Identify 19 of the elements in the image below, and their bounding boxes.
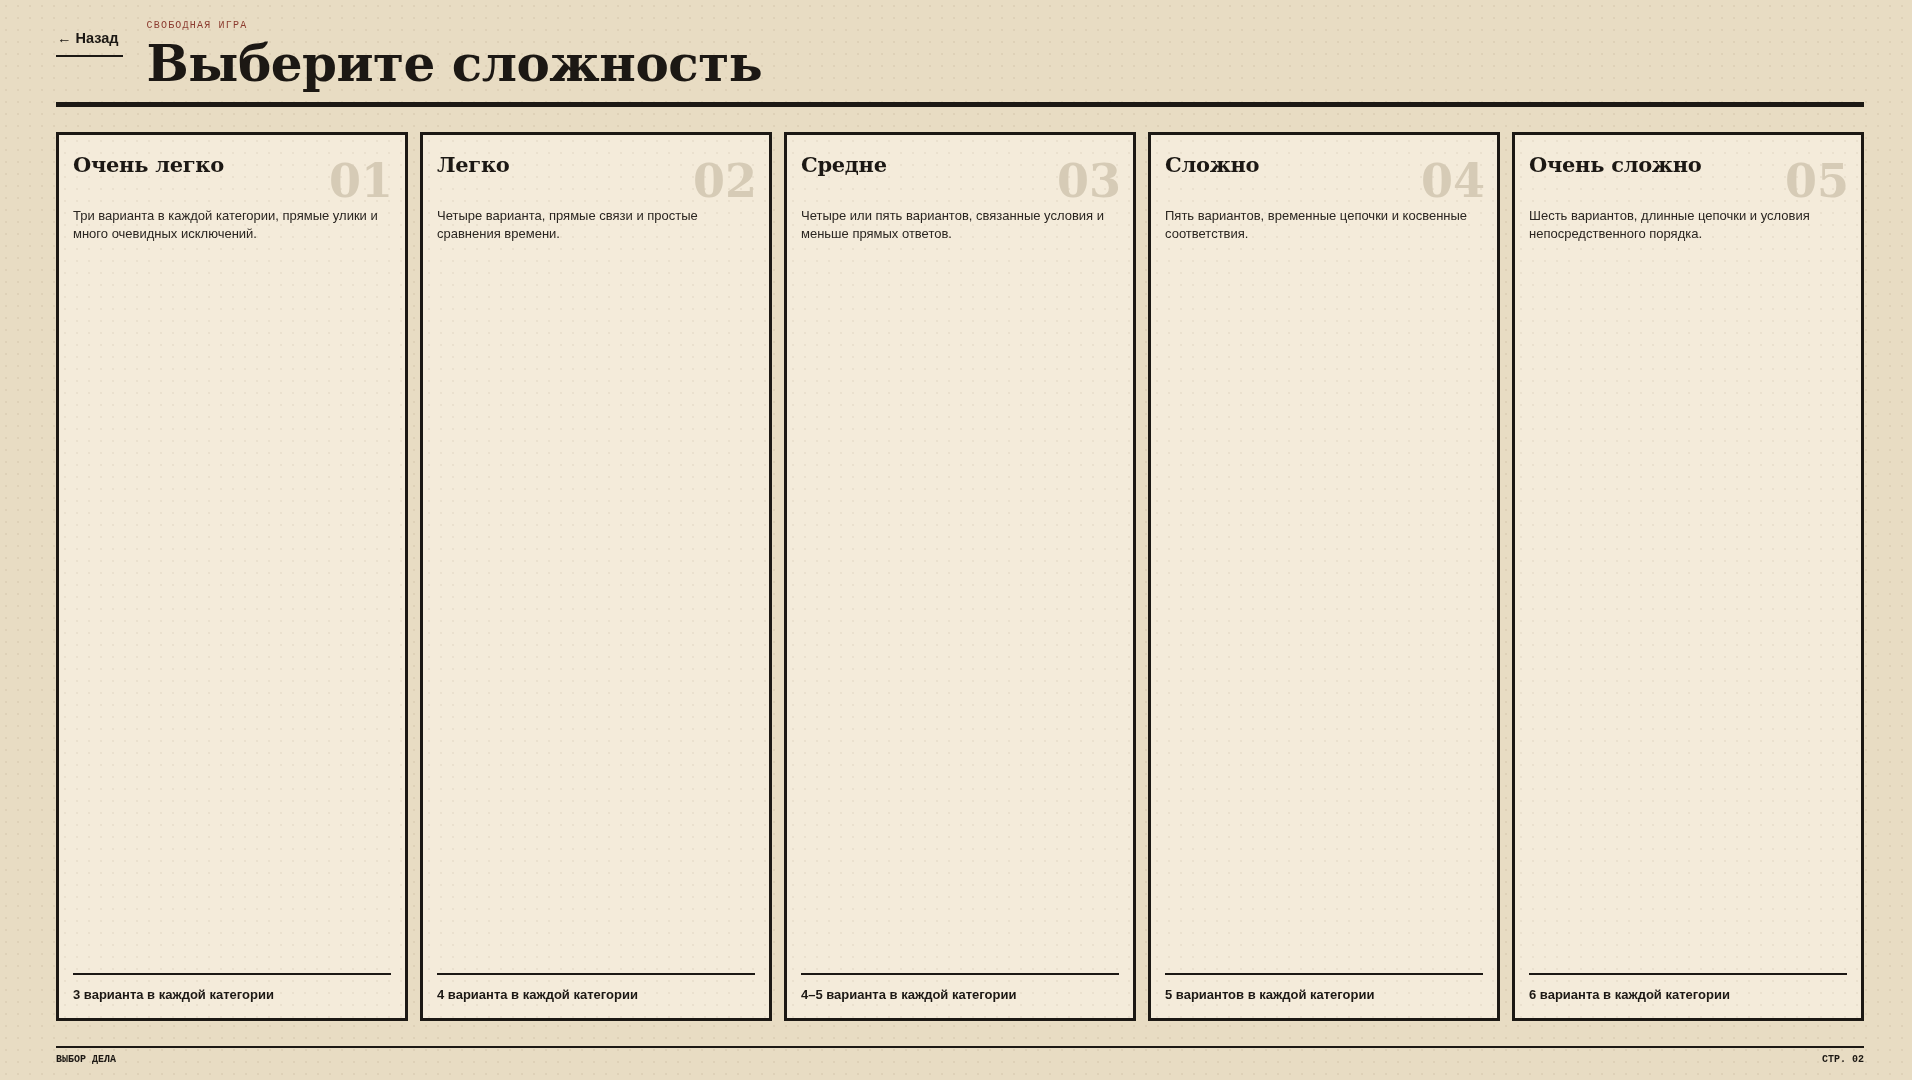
- section-kicker: СВОБОДНАЯ ИГРА: [146, 20, 248, 32]
- card-title: Средне: [801, 152, 887, 177]
- card-description: Три варианта в каждой категории, прямые улики и много очевидных исключений.: [73, 207, 379, 243]
- card-description: Четыре варианта, прямые связи и простые сравнения времени.: [437, 207, 699, 243]
- card-title: Сложно: [1165, 152, 1260, 177]
- card-description: Пять вариантов, временные цепочки и косвенные соответствия.: [1165, 207, 1469, 243]
- card-title: Очень сложно: [1529, 152, 1702, 177]
- back-link[interactable]: ← Назад: [56, 29, 123, 57]
- card-title: Очень легко: [73, 152, 224, 177]
- options-note: 4 варианта в каждой категории: [437, 987, 639, 1003]
- options-note: 3 варианта в каждой категории: [73, 987, 275, 1003]
- page-number: СТР. 02: [1822, 1054, 1864, 1066]
- card-title: Легко: [437, 152, 510, 177]
- options-note: 6 варианта в каждой категории: [1529, 987, 1731, 1003]
- card-description: Четыре или пять вариантов, связанные условия и меньше прямых ответов.: [801, 207, 1105, 243]
- options-note: 4–5 варианта в каждой категории: [801, 987, 1018, 1003]
- options-note: 5 вариантов в каждой категории: [1165, 987, 1376, 1003]
- card-description: Шесть вариантов, длинные цепочки и условия непосредственного порядка.: [1529, 207, 1811, 243]
- footer-section-label: ВЫБОР ДЕЛА: [56, 1054, 116, 1066]
